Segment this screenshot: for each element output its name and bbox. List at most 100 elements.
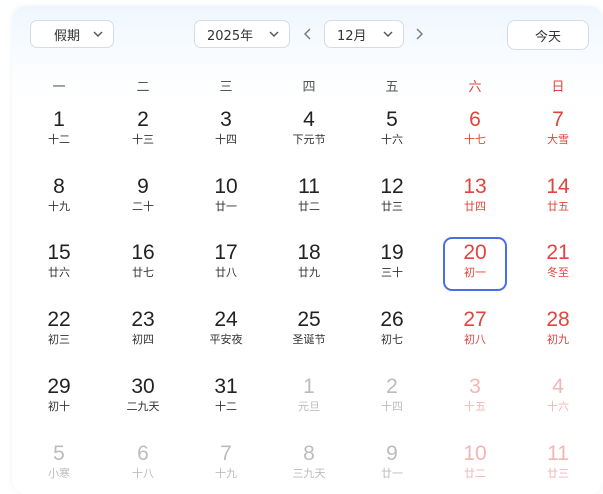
month-select[interactable]: 12月 xyxy=(324,20,404,48)
day-cell[interactable]: 9 二十 xyxy=(111,171,175,225)
lunar-date: 廿二 xyxy=(464,467,486,480)
day-cell[interactable]: 6 十八 xyxy=(111,438,175,492)
weekday-label: 四 xyxy=(302,80,316,95)
lunar-date: 十四 xyxy=(215,133,237,146)
lunar-date: 廿九 xyxy=(298,266,320,279)
day-number: 30 xyxy=(131,375,155,398)
day-number: 31 xyxy=(214,375,238,398)
day-cell[interactable]: 25 圣诞节 xyxy=(277,304,341,358)
lunar-date: 廿六 xyxy=(48,266,70,279)
day-number: 3 xyxy=(469,375,481,398)
day-number: 2 xyxy=(386,375,398,398)
day-cell[interactable]: 7 大雪 xyxy=(526,104,590,158)
chevron-left-icon xyxy=(304,28,311,40)
day-cell[interactable]: 23 初四 xyxy=(111,304,175,358)
day-cell[interactable]: 14 廿五 xyxy=(526,171,590,225)
day-cell[interactable]: 4 十六 xyxy=(526,371,590,425)
day-number: 2 xyxy=(137,108,149,131)
day-number: 18 xyxy=(297,241,321,264)
lunar-date: 三九天 xyxy=(292,467,326,480)
day-cell[interactable]: 1 十二 xyxy=(27,104,91,158)
weekday-label: 二 xyxy=(136,80,150,95)
day-cell[interactable]: 9 廿一 xyxy=(360,438,424,492)
day-cell[interactable]: 13 廿四 xyxy=(443,171,507,225)
lunar-date: 圣诞节 xyxy=(292,333,326,346)
day-cell[interactable]: 1 元旦 xyxy=(277,371,341,425)
day-number: 13 xyxy=(463,175,487,198)
day-number: 3 xyxy=(220,108,232,131)
day-number: 28 xyxy=(546,308,570,331)
day-cell[interactable]: 18 廿九 xyxy=(277,237,341,291)
day-cell[interactable]: 26 初七 xyxy=(360,304,424,358)
lunar-date: 廿二 xyxy=(298,200,320,213)
day-number: 4 xyxy=(552,375,564,398)
day-cell[interactable]: 11 廿二 xyxy=(277,171,341,225)
day-cell[interactable]: 30 二九天 xyxy=(111,371,175,425)
day-cell-selected[interactable]: 20 初一 xyxy=(443,237,507,291)
chevron-down-icon xyxy=(269,31,279,37)
lunar-date: 初十 xyxy=(48,400,70,413)
day-cell[interactable]: 27 初八 xyxy=(443,304,507,358)
day-number: 4 xyxy=(303,108,315,131)
lunar-date: 廿八 xyxy=(215,266,237,279)
day-number: 7 xyxy=(552,108,564,131)
day-cell[interactable]: 8 十九 xyxy=(27,171,91,225)
day-cell[interactable]: 7 十九 xyxy=(194,438,258,492)
day-number: 6 xyxy=(137,442,149,465)
prev-month-button[interactable] xyxy=(297,23,319,45)
weekday-label: 日 xyxy=(551,80,565,95)
day-number: 1 xyxy=(303,375,315,398)
day-number: 9 xyxy=(137,175,149,198)
lunar-date: 廿三 xyxy=(547,467,569,480)
lunar-date: 十四 xyxy=(381,400,403,413)
day-cell[interactable]: 19 三十 xyxy=(360,237,424,291)
day-cell[interactable]: 6 十七 xyxy=(443,104,507,158)
lunar-date: 初七 xyxy=(381,333,403,346)
day-number: 12 xyxy=(380,175,404,198)
day-cell[interactable]: 15 廿六 xyxy=(27,237,91,291)
day-cell[interactable]: 10 廿二 xyxy=(443,438,507,492)
lunar-date: 小寒 xyxy=(48,467,70,480)
day-number: 8 xyxy=(53,175,65,198)
day-number: 29 xyxy=(47,375,71,398)
day-cell[interactable]: 5 十六 xyxy=(360,104,424,158)
day-cell[interactable]: 16 廿七 xyxy=(111,237,175,291)
day-cell[interactable]: 2 十三 xyxy=(111,104,175,158)
day-number: 11 xyxy=(547,442,569,465)
lunar-date: 十七 xyxy=(464,133,486,146)
day-cell[interactable]: 3 十四 xyxy=(194,104,258,158)
day-cell[interactable]: 31 十二 xyxy=(194,371,258,425)
day-cell[interactable]: 21 冬至 xyxy=(526,237,590,291)
next-month-button[interactable] xyxy=(408,23,430,45)
day-cell[interactable]: 24 平安夜 xyxy=(194,304,258,358)
day-cell[interactable]: 2 十四 xyxy=(360,371,424,425)
day-cell[interactable]: 11 廿三 xyxy=(526,438,590,492)
day-cell[interactable]: 28 初九 xyxy=(526,304,590,358)
day-cell[interactable]: 17 廿八 xyxy=(194,237,258,291)
day-cell[interactable]: 3 十五 xyxy=(443,371,507,425)
holiday-select[interactable]: 假期 xyxy=(30,20,114,48)
lunar-date: 十八 xyxy=(132,467,154,480)
today-button[interactable]: 今天 xyxy=(507,20,589,50)
month-select-label: 12月 xyxy=(337,28,367,44)
day-number: 27 xyxy=(463,308,487,331)
day-number: 9 xyxy=(386,442,398,465)
lunar-date: 初八 xyxy=(464,333,486,346)
day-number: 20 xyxy=(463,241,487,264)
day-cell[interactable]: 29 初十 xyxy=(27,371,91,425)
day-number: 10 xyxy=(463,442,487,465)
year-select[interactable]: 2025年 xyxy=(194,20,290,48)
weekday-label: 五 xyxy=(385,80,399,95)
day-cell[interactable]: 4 下元节 xyxy=(277,104,341,158)
lunar-date: 初九 xyxy=(547,333,569,346)
day-cell[interactable]: 5 小寒 xyxy=(27,438,91,492)
day-cell[interactable]: 12 廿三 xyxy=(360,171,424,225)
day-cell[interactable]: 22 初三 xyxy=(27,304,91,358)
day-number: 5 xyxy=(53,442,65,465)
lunar-date: 廿四 xyxy=(464,200,486,213)
day-cell[interactable]: 10 廿一 xyxy=(194,171,258,225)
day-cell[interactable]: 8 三九天 xyxy=(277,438,341,492)
lunar-date: 十六 xyxy=(547,400,569,413)
day-number: 14 xyxy=(546,175,570,198)
lunar-date: 冬至 xyxy=(547,266,569,279)
